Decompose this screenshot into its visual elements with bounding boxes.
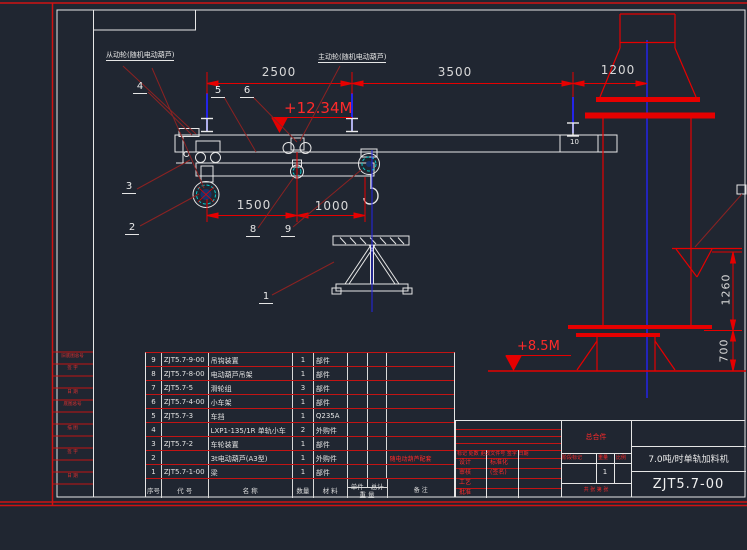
bom-remark [386,353,454,366]
sign-hint: (签名) [490,469,507,476]
product-name: 7.0吨/时单轨加料机 [648,455,729,465]
label-drive-wheel: 主动轮(随机电动葫芦) [318,53,387,63]
table-row: 8 ZJT5.7-8-00 电动葫芦吊架 1 部件 [146,367,454,381]
balloon-8: 8 [246,225,260,237]
title-block: 标记 处数 更改文件号 签字 日期 设计 审核 工艺 批准 标准化 (签名) 总… [455,420,746,498]
balloon-6: 6 [240,86,254,98]
bom-code: ZJT5.7-9-00 [160,353,208,366]
table-row: 9 ZJT5.7-9-00 吊钩装置 1 部件 [146,353,454,367]
hook [363,187,379,205]
std-label: 标准化 [490,459,509,466]
side-strip-lines [52,351,93,485]
dim-1000: 1000 [314,199,350,213]
sign-row-design: 设计 [459,459,472,466]
dim-700: 700 [717,338,731,363]
bom-name: 吊钩装置 [207,353,292,366]
sheets-label: 共 张 第 张 [583,487,609,493]
sign-row-check: 审核 [459,469,472,476]
centerlines [206,40,648,398]
level-symbol-lower [505,355,522,372]
strip-label-2: 日 期 [67,390,78,395]
balloon-4: 4 [133,82,147,94]
dim-1260: 1260 [719,273,733,306]
bom-mat: 部件 [312,353,347,366]
sign-row-process: 工艺 [459,479,472,486]
change-header: 标记 处数 更改文件号 签字 日期 [457,450,529,457]
table-row: 5 ZJT5.7-3 车挡 1 Q235A [146,409,454,423]
ibeam-symbols [201,117,579,137]
beam-section-box [559,134,599,153]
table-row: 3 ZJT5.7-2 车轮装置 1 部件 [146,437,454,451]
cad-viewport: 从动轮(随机电动葫芦) 主动轮(随机电动葫芦) 2500 3500 1200 1… [0,0,747,550]
table-row: 7 ZJT5.7-5 滑轮组 3 部件 [146,381,454,395]
balloon-5: 5 [211,86,225,98]
dim-3500: 3500 [437,65,473,79]
drawing-number: ZJT5.7-00 [652,477,725,492]
table-row: 2 3t电动葫芦(A3型) 1 外购件 随电动葫芦配套 [146,451,454,465]
table-row: 1 ZJT5.7-1-00 梁 1 部件 [146,465,454,479]
balloon-2: 2 [125,223,139,235]
balloon-3: 3 [122,182,136,194]
weight-value: 1 [602,468,608,476]
beam-end-mark: 10 [570,138,579,146]
table-row: 6 ZJT5.7-4-00 小车架 1 部件 [146,395,454,409]
platform [568,325,712,329]
strip-label-4: 描 图 [67,426,78,431]
scale-label: 比例 [616,454,627,461]
weight-label: 重量 [598,454,609,461]
strip-label-5: 签 字 [67,450,78,455]
pulley-hub [366,161,372,167]
label-driven-wheel: 从动轮(随机电动葫芦) [106,51,175,61]
level-lower: +8.5M [517,339,560,354]
monorail-beam [174,128,618,177]
bom-qty: 1 [292,353,313,366]
strip-label-1: 签 字 [67,366,78,371]
strip-label-6: 日 期 [67,474,78,479]
bom-table: 9 ZJT5.7-9-00 吊钩装置 1 部件 8 ZJT5.7-8-00 电动… [145,352,455,499]
balloon-1: 1 [259,292,273,304]
dim-1500: 1500 [236,198,272,212]
dim-1200: 1200 [600,63,636,77]
table-row: 4 LXP1-135/1R 单轨小车 2 外购件 [146,423,454,437]
corner-box [93,9,196,31]
bom-no: 9 [151,356,156,364]
part-type: 总合件 [585,433,607,441]
stage-label: 阶段标记 [562,454,583,461]
sign-row-approve: 批准 [459,489,472,496]
balloon-9: 9 [281,225,295,237]
bom-header-row: 序号 代 号 名 称 数量 材 料 单件 总计 重 量 备 注 [146,479,454,499]
dim-2500: 2500 [261,65,297,79]
bom-weight-group: 单件 总计 重 量 [346,479,387,499]
strip-label-0: 旧底图总号 [61,354,84,359]
strip-label-3: 底图总号 [63,402,82,407]
level-upper: +12.34M [284,99,353,117]
